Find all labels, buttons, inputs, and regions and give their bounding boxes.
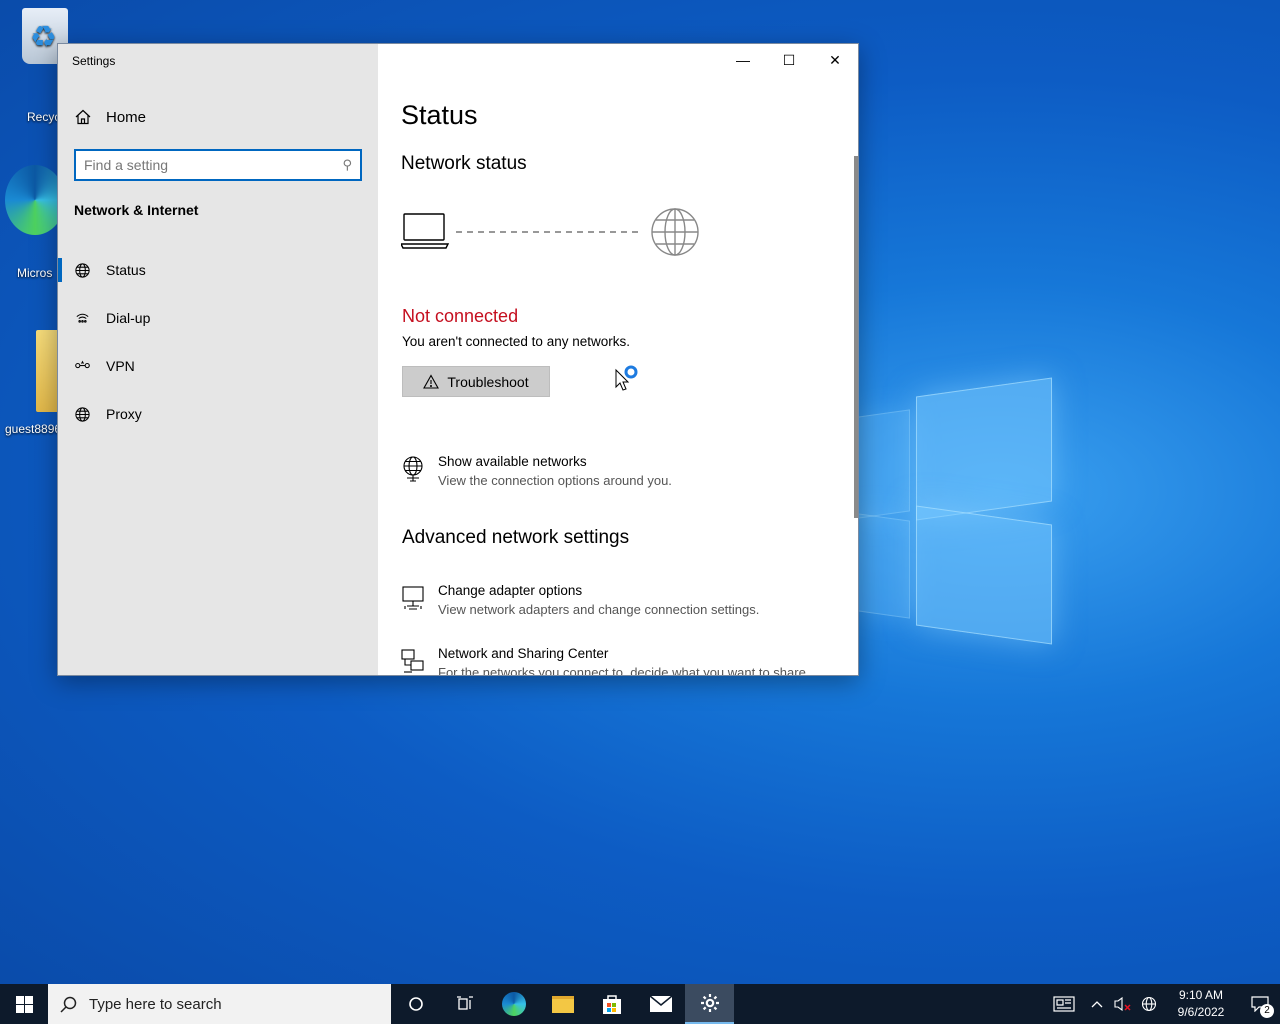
search-icon: ⚲ [342,157,352,172]
sharing-center-icon [401,649,424,673]
edge-icon [501,992,526,1016]
laptop-icon [401,213,450,249]
desktop-icon-label: Recyc [27,110,61,124]
system-tray: 9:10 AM 9/6/2022 2 [1044,984,1280,1024]
sidebar-nav: Status Dial-up VPN Proxy [58,246,378,438]
link-description: For the networks you connect to, decide … [438,665,810,676]
network-diagram [401,208,699,256]
settings-search-box[interactable]: ⚲ [74,149,362,181]
network-globe-icon [403,456,423,482]
network-button[interactable] [1136,984,1162,1024]
link-title: Network and Sharing Center [438,646,609,661]
chevron-up-icon [1091,1001,1103,1008]
connection-status-description: You aren't connected to any networks. [402,334,630,349]
edge-icon [5,165,65,235]
vpn-icon [75,360,90,368]
sidebar-home-label: Home [106,108,147,126]
desktop-icon-edge[interactable]: Micros [5,165,65,280]
connection-status-text: Not connected [402,306,519,326]
sidebar-item-label: VPN [106,358,135,374]
settings-search-input[interactable] [84,157,343,173]
volume-muted-icon [1114,996,1131,1012]
news-widget-button[interactable] [1044,984,1084,1024]
action-center-button[interactable]: 2 [1240,984,1280,1024]
taskbar-settings-button[interactable] [685,984,734,1024]
sidebar-item-label: Proxy [106,406,142,422]
busy-cursor-icon [615,365,638,391]
gear-icon [700,994,719,1012]
desktop-icon-label: guest8896 [5,422,62,436]
search-icon [60,996,77,1013]
show-hidden-icons-button[interactable] [1084,984,1110,1024]
taskbar-clock[interactable]: 9:10 AM 9/6/2022 [1168,987,1234,1021]
change-adapter-options-link[interactable]: Change adapter options View network adap… [401,583,759,617]
sidebar-item-vpn[interactable]: VPN [58,342,378,390]
sidebar-section-title: Network & Internet [74,202,199,218]
adapter-icon [402,586,424,610]
cortana-icon [408,997,423,1011]
content-scrollbar[interactable] [854,156,858,518]
mail-icon [649,995,672,1012]
windows-wallpaper-logo [858,377,1058,645]
start-button[interactable] [0,984,48,1024]
taskbar-search-input[interactable] [89,995,369,1013]
volume-button[interactable] [1110,984,1136,1024]
network-sharing-center-link[interactable]: Network and Sharing Center For the netwo… [401,646,810,676]
main-content: Status Network status Not connected You … [378,44,858,675]
advanced-settings-heading: Advanced network settings [402,527,630,548]
notification-count-badge: 2 [1260,1004,1274,1018]
sidebar-item-label: Dial-up [106,310,151,326]
taskbar-search-box[interactable] [48,984,391,1024]
globe-icon [75,406,90,422]
taskbar: 9:10 AM 9/6/2022 2 [0,984,1280,1024]
sidebar: Settings Home ⚲ Network & Internet Statu… [58,44,378,675]
link-description: View the connection options around you. [438,473,672,488]
troubleshoot-label: Troubleshoot [447,373,529,390]
store-icon [602,995,621,1014]
news-icon [1053,996,1075,1012]
settings-window: Settings Home ⚲ Network & Internet Statu… [57,43,859,676]
taskbar-edge-button[interactable] [489,984,538,1024]
network-status-heading: Network status [401,153,527,174]
window-title: Settings [72,54,116,68]
task-view-button[interactable] [440,984,489,1024]
sidebar-item-label: Status [106,262,146,278]
globe-icon [1141,996,1157,1012]
sidebar-item-dialup[interactable]: Dial-up [58,294,378,342]
desktop-icon-label: Micros [17,266,53,280]
folder-icon [551,995,574,1013]
globe-icon [75,262,90,278]
cortana-button[interactable] [391,984,440,1024]
show-available-networks-link[interactable]: Show available networks View the connect… [401,454,672,488]
troubleshoot-button[interactable]: Troubleshoot [402,366,550,397]
globe-icon [651,208,699,256]
taskbar-store-button[interactable] [587,984,636,1024]
dialup-icon [76,313,89,323]
link-description: View network adapters and change connect… [438,602,760,617]
sidebar-item-proxy[interactable]: Proxy [58,390,378,438]
task-view-icon [456,996,473,1010]
clock-date: 9/6/2022 [1177,1005,1225,1019]
warning-icon [423,374,440,389]
clock-time: 9:10 AM [1178,988,1224,1002]
windows-start-icon [15,995,33,1013]
link-title: Change adapter options [438,583,583,598]
sidebar-item-status[interactable]: Status [58,246,378,294]
taskbar-mail-button[interactable] [636,984,685,1024]
sidebar-home[interactable]: Home [74,108,146,126]
link-title: Show available networks [438,454,587,469]
taskbar-file-explorer-button[interactable] [538,984,587,1024]
page-title: Status [401,100,478,130]
home-icon [75,109,91,125]
